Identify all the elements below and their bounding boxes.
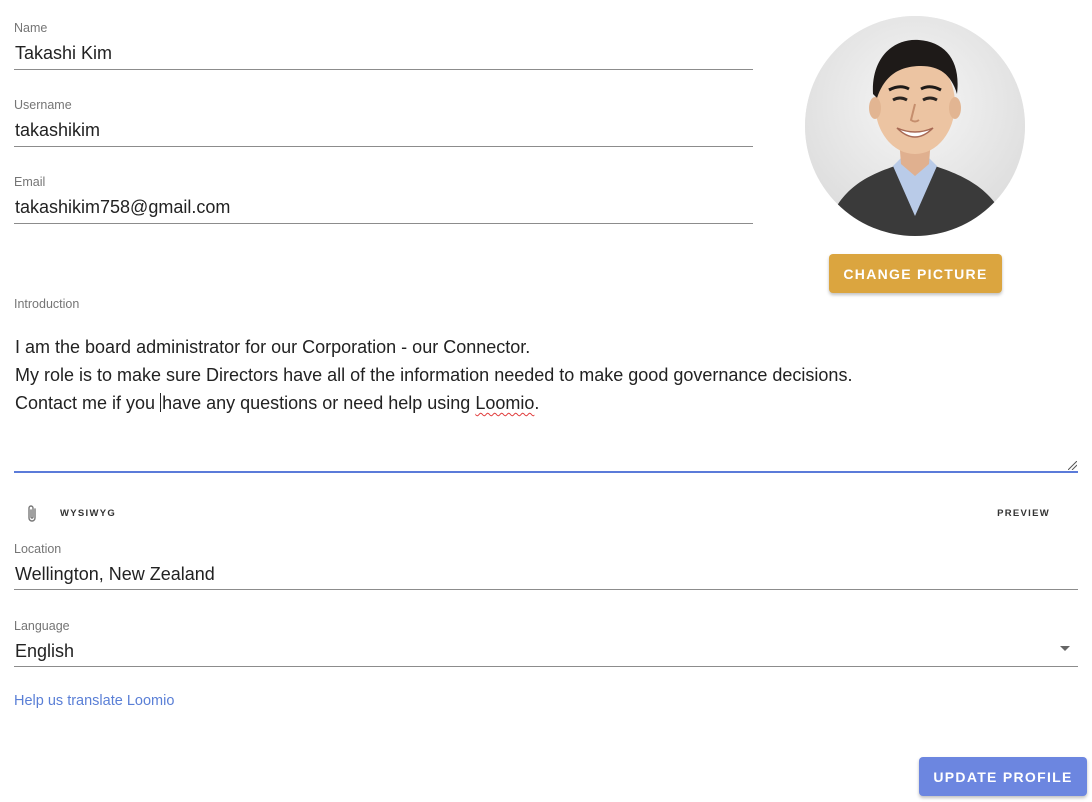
introduction-field[interactable]: Introduction I am the board administrato… [14,297,1078,474]
introduction-underline [14,471,1078,473]
name-input[interactable]: Takashi Kim [14,42,753,64]
intro-line-3a: Contact me if you [15,393,161,413]
change-picture-button[interactable]: Change picture [829,254,1002,293]
intro-line-3b: have any questions or need help using [162,393,476,413]
misspelled-word: Loomio [475,393,535,413]
name-field[interactable]: Name Takashi Kim [14,21,753,70]
username-underline [14,146,753,147]
location-label: Location [14,542,62,556]
language-select[interactable]: Language English [14,619,1078,668]
help-translate-link[interactable]: Help us translate Loomio [14,693,174,709]
introduction-textarea[interactable]: I am the board administrator for our Cor… [15,333,852,417]
username-label: Username [14,98,72,112]
name-label: Name [14,21,48,35]
user-photo-icon [805,16,1025,236]
resize-handle-icon[interactable] [1068,461,1077,470]
email-label: Email [14,175,46,189]
profile-page: Name Takashi Kim Username takashikim Ema… [0,0,1092,802]
language-label: Language [14,619,70,633]
intro-line-3-end: . [534,393,540,413]
update-profile-button[interactable]: Update profile [919,757,1087,796]
avatar [805,16,1025,236]
location-underline [14,589,1078,590]
username-field[interactable]: Username takashikim [14,98,753,147]
preview-button[interactable]: PREVIEW [997,508,1050,519]
location-input[interactable]: Wellington, New Zealand [14,563,1078,585]
text-caret [160,393,162,412]
email-field[interactable]: Email takashikim758@gmail.com [14,175,753,224]
chevron-down-icon[interactable] [1060,646,1070,651]
editor-toolbar: WYSIWYG PREVIEW [14,500,1078,528]
language-underline [14,666,1078,667]
paperclip-icon[interactable] [25,504,39,524]
introduction-label: Introduction [14,297,80,311]
username-input[interactable]: takashikim [14,119,753,141]
wysiwyg-button[interactable]: WYSIWYG [60,508,116,519]
location-field[interactable]: Location Wellington, New Zealand [14,542,1078,591]
email-input[interactable]: takashikim758@gmail.com [14,196,753,218]
name-underline [14,69,753,70]
intro-line-2: My role is to make sure Directors have a… [15,365,853,385]
email-underline [14,223,753,224]
intro-line-1: I am the board administrator for our Cor… [15,337,531,357]
language-selected-value[interactable]: English [14,640,1078,662]
